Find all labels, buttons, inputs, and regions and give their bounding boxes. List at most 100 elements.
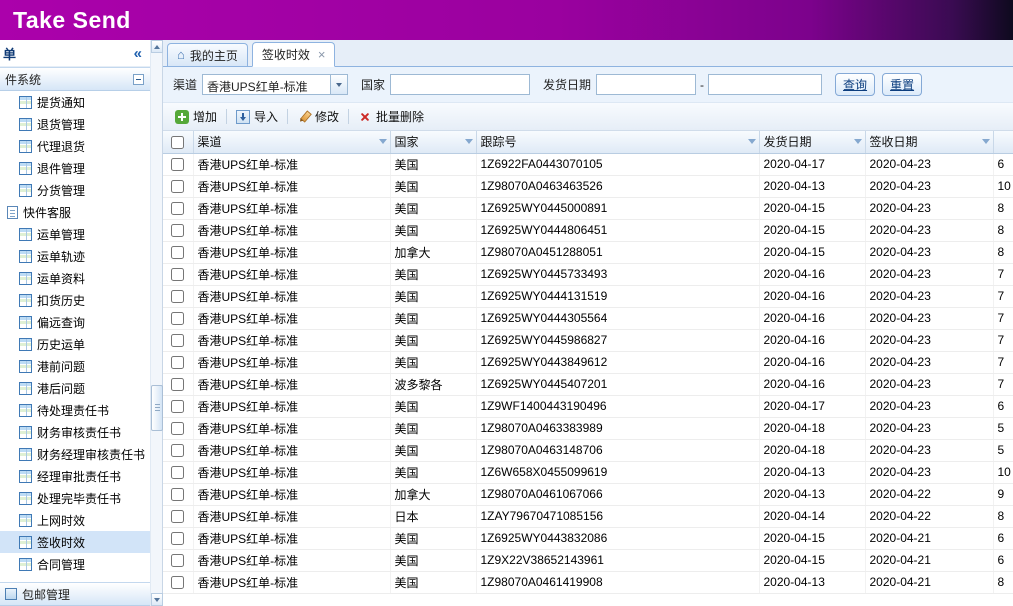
sidebar-section-mail-system[interactable]: 件系统 <box>0 67 150 91</box>
scrollbar-thumb[interactable] <box>151 385 163 431</box>
ship-date-to-input[interactable] <box>708 74 822 95</box>
sidebar-section-baoyou[interactable]: 包邮管理 <box>0 582 150 606</box>
column-header-clipped <box>993 131 1013 153</box>
search-button[interactable]: 查询 <box>835 73 875 96</box>
ship-date-from-input[interactable] <box>596 74 696 95</box>
sidebar-item[interactable]: 分货管理 <box>0 179 150 201</box>
scroll-down-button[interactable] <box>151 593 163 606</box>
tab[interactable]: 我的主页 <box>167 43 248 66</box>
table-row[interactable]: 香港UPS红单-标准美国1Z98070A04634635262020-04-13… <box>163 175 1013 197</box>
filter-arrow-icon[interactable] <box>379 139 387 144</box>
sidebar-item[interactable]: 签收时效 <box>0 531 150 553</box>
sidebar-item[interactable]: 运单资料 <box>0 267 150 289</box>
scroll-up-button[interactable] <box>151 40 163 53</box>
cell-sign-date: 2020-04-23 <box>865 285 993 307</box>
sidebar-item[interactable]: 港后问题 <box>0 377 150 399</box>
row-checkbox[interactable] <box>171 444 184 457</box>
sidebar-item[interactable]: 偏远查询 <box>0 311 150 333</box>
sidebar-item[interactable]: 扣货历史 <box>0 289 150 311</box>
table-row[interactable]: 香港UPS红单-标准美国1Z6925WY04448064512020-04-15… <box>163 219 1013 241</box>
tab[interactable]: 签收时效 <box>252 42 336 67</box>
table-row[interactable]: 香港UPS红单-标准波多黎各1Z6925WY04454072012020-04-… <box>163 373 1013 395</box>
row-checkbox[interactable] <box>171 466 184 479</box>
row-checkbox[interactable] <box>171 312 184 325</box>
sidebar-scrollbar[interactable] <box>150 40 163 606</box>
table-row[interactable]: 香港UPS红单-标准美国1Z6925WY04459868272020-04-16… <box>163 329 1013 351</box>
table-row[interactable]: 香港UPS红单-标准美国1Z6925WY04441315192020-04-16… <box>163 285 1013 307</box>
sidebar-item[interactable]: 合同管理 <box>0 553 150 575</box>
column-channel[interactable]: 渠道 <box>193 131 390 153</box>
sidebar-item[interactable]: 代理退货 <box>0 135 150 157</box>
table-row[interactable]: 香港UPS红单-标准加拿大1Z98070A04512880512020-04-1… <box>163 241 1013 263</box>
sidebar-item[interactable]: 财务经理审核责任书 <box>0 443 150 465</box>
sidebar-item[interactable]: 退货管理 <box>0 113 150 135</box>
sidebar-item[interactable]: 经理审批责任书 <box>0 465 150 487</box>
sidebar-item[interactable]: 待处理责任书 <box>0 399 150 421</box>
table-row[interactable]: 香港UPS红单-标准美国1Z6922FA04430701052020-04-17… <box>163 153 1013 175</box>
select-all-checkbox[interactable] <box>171 136 184 149</box>
channel-select[interactable]: 香港UPS红单-标准 <box>202 74 348 95</box>
table-row[interactable]: 香港UPS红单-标准加拿大1Z98070A04610670662020-04-1… <box>163 483 1013 505</box>
sidebar-item[interactable]: 处理完毕责任书 <box>0 487 150 509</box>
table-row[interactable]: 香港UPS红单-标准美国1Z98070A04614199082020-04-13… <box>163 571 1013 593</box>
reset-button[interactable]: 重置 <box>882 73 922 96</box>
row-checkbox[interactable] <box>171 510 184 523</box>
table-row[interactable]: 香港UPS红单-标准美国1Z6925WY04443055642020-04-16… <box>163 307 1013 329</box>
table-row[interactable]: 香港UPS红单-标准美国1Z9WF14004431904962020-04-17… <box>163 395 1013 417</box>
row-checkbox[interactable] <box>171 158 184 171</box>
column-country[interactable]: 国家 <box>390 131 476 153</box>
row-checkbox-cell <box>163 527 193 549</box>
sidebar-item[interactable]: 快件客服 <box>0 201 150 223</box>
row-checkbox[interactable] <box>171 334 184 347</box>
add-button[interactable]: 增加 <box>170 105 222 128</box>
edit-button[interactable]: 修改 <box>292 105 344 128</box>
table-row[interactable]: 香港UPS红单-标准美国1Z6W658X04550996192020-04-13… <box>163 461 1013 483</box>
row-checkbox[interactable] <box>171 400 184 413</box>
table-row[interactable]: 香港UPS红单-标准美国1Z6925WY04450008912020-04-15… <box>163 197 1013 219</box>
row-checkbox[interactable] <box>171 488 184 501</box>
row-checkbox[interactable] <box>171 356 184 369</box>
table-row[interactable]: 香港UPS红单-标准美国1Z98070A04631487062020-04-18… <box>163 439 1013 461</box>
cell-channel: 香港UPS红单-标准 <box>193 175 390 197</box>
row-checkbox[interactable] <box>171 268 184 281</box>
row-checkbox[interactable] <box>171 180 184 193</box>
table-row[interactable]: 香港UPS红单-标准美国1Z6925WY04438320862020-04-15… <box>163 527 1013 549</box>
table-row[interactable]: 香港UPS红单-标准美国1Z9X22V386521439612020-04-15… <box>163 549 1013 571</box>
row-checkbox[interactable] <box>171 554 184 567</box>
sidebar-item[interactable]: 财务审核责任书 <box>0 421 150 443</box>
filter-arrow-icon[interactable] <box>982 139 990 144</box>
table-row[interactable]: 香港UPS红单-标准美国1Z6925WY04438496122020-04-16… <box>163 351 1013 373</box>
close-icon[interactable] <box>318 48 326 61</box>
sidebar-item[interactable]: 运单管理 <box>0 223 150 245</box>
row-checkbox[interactable] <box>171 532 184 545</box>
channel-select-arrow-button[interactable] <box>330 75 347 94</box>
batch-delete-button[interactable]: 批量删除 <box>353 105 429 128</box>
filter-arrow-icon[interactable] <box>748 139 756 144</box>
sidebar-item[interactable]: 港前问题 <box>0 355 150 377</box>
table-row[interactable]: 香港UPS红单-标准美国1Z98070A04633839892020-04-18… <box>163 417 1013 439</box>
row-checkbox[interactable] <box>171 202 184 215</box>
table-row[interactable]: 香港UPS红单-标准美国1Z6925WY04457334932020-04-16… <box>163 263 1013 285</box>
sidebar-item[interactable]: 提货通知 <box>0 91 150 113</box>
filter-arrow-icon[interactable] <box>465 139 473 144</box>
collapse-section-icon[interactable] <box>133 74 144 85</box>
column-tracking-number[interactable]: 跟踪号 <box>476 131 759 153</box>
sidebar-item[interactable]: 上网时效 <box>0 509 150 531</box>
row-checkbox[interactable] <box>171 246 184 259</box>
table-row[interactable]: 香港UPS红单-标准日本1ZAY796704710851562020-04-14… <box>163 505 1013 527</box>
column-sign-date[interactable]: 签收日期 <box>865 131 993 153</box>
row-checkbox[interactable] <box>171 378 184 391</box>
ship-date-label: 发货日期 <box>543 76 591 93</box>
filter-arrow-icon[interactable] <box>854 139 862 144</box>
country-input[interactable] <box>390 74 530 95</box>
sidebar-item[interactable]: 历史运单 <box>0 333 150 355</box>
row-checkbox[interactable] <box>171 422 184 435</box>
import-button[interactable]: 导入 <box>231 105 283 128</box>
sidebar-item[interactable]: 运单轨迹 <box>0 245 150 267</box>
sidebar-item[interactable]: 退件管理 <box>0 157 150 179</box>
collapse-sidebar-icon[interactable]: « <box>134 46 142 61</box>
row-checkbox[interactable] <box>171 224 184 237</box>
column-ship-date[interactable]: 发货日期 <box>759 131 865 153</box>
row-checkbox[interactable] <box>171 290 184 303</box>
row-checkbox[interactable] <box>171 576 184 589</box>
